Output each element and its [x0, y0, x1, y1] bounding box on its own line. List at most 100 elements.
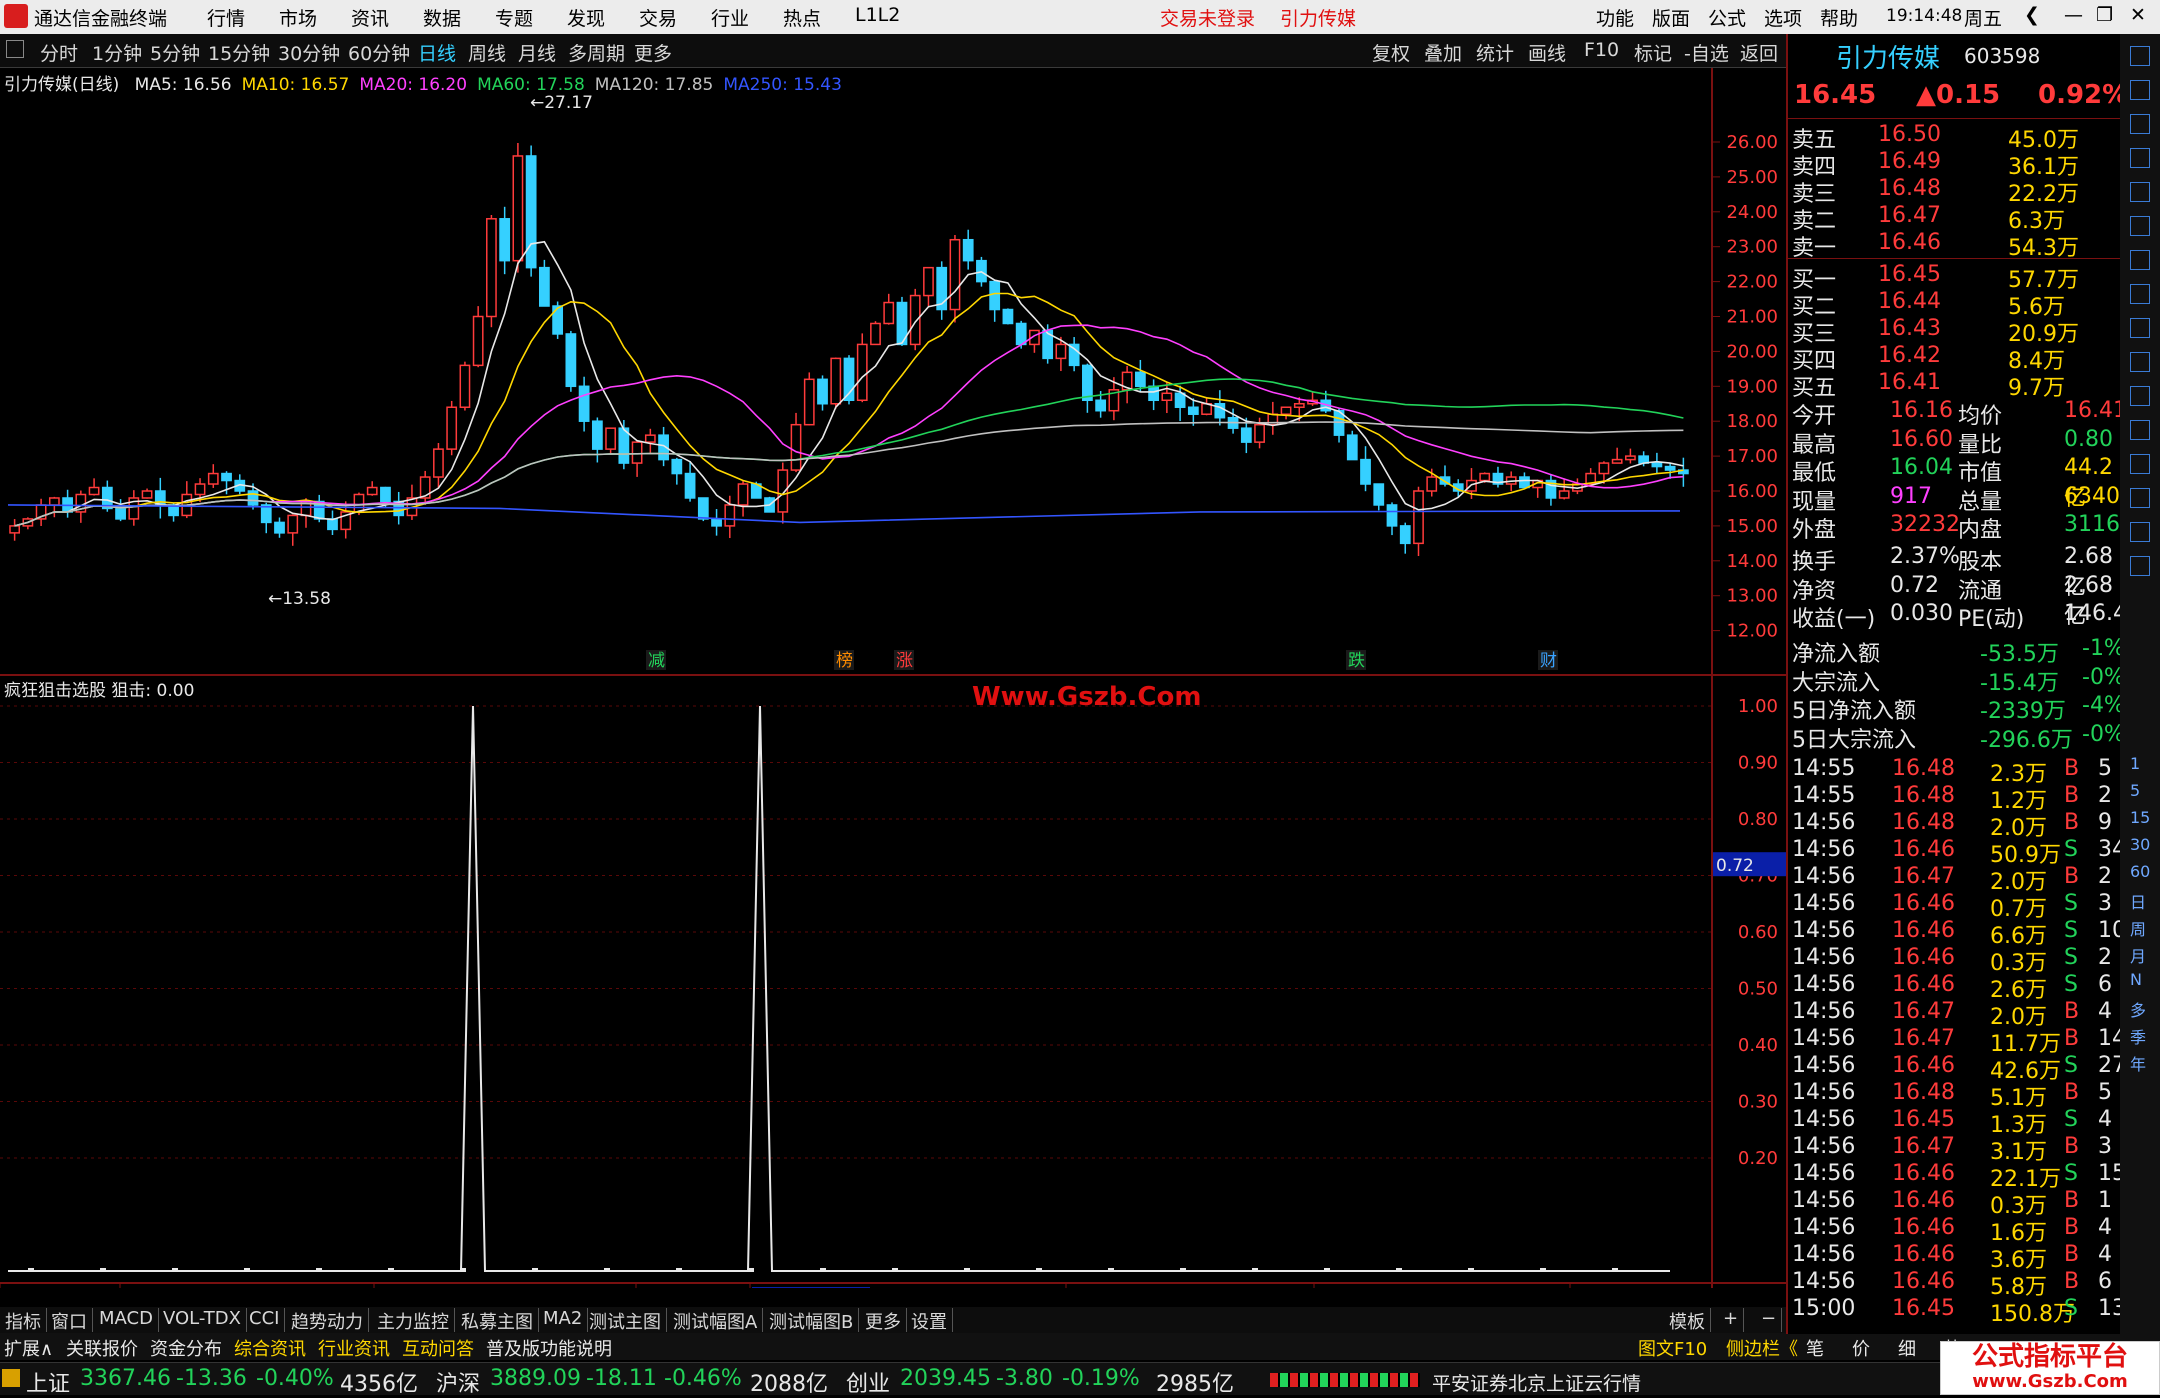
menu-hangqing[interactable]: 行情 — [207, 4, 245, 31]
tab-zhuli[interactable]: 主力监控 — [372, 1308, 455, 1333]
stat-row[interactable]: 外盘 32232 内盘 31168 — [1792, 512, 2134, 543]
stat2-row[interactable]: 收益(一) 0.030 PE(动) 146.4 — [1792, 601, 2127, 632]
idx-sh-name[interactable]: 上证 — [26, 1366, 70, 1398]
ext-tab-puji[interactable]: 普及版功能说明 — [486, 1335, 612, 1361]
ext-tab-f10[interactable]: 图文F10 — [1638, 1335, 1707, 1361]
tool-diejia[interactable]: 叠加 — [1424, 39, 1462, 66]
tick-row[interactable]: 14:56 16.46 5.8万 B 6 — [1792, 1269, 2118, 1300]
tick-row[interactable]: 14:56 16.47 2.0万 B 4 — [1792, 999, 2118, 1030]
sidebar-tool-icon[interactable] — [2130, 46, 2150, 66]
tab-zhibiao[interactable]: 指标 — [0, 1308, 47, 1333]
sidebar-period[interactable]: 多 — [2130, 997, 2146, 1021]
sidebar-tool-icon[interactable] — [2130, 114, 2150, 134]
stock-tab[interactable]: 引力传媒 — [1280, 4, 1356, 31]
sidebar-period[interactable]: 年 — [2130, 1051, 2146, 1075]
tf-30min[interactable]: 30分钟 — [278, 39, 340, 66]
ask-row[interactable]: 卖三 16.48 22.2万 — [1792, 176, 2118, 207]
sidebar-period[interactable]: 30 — [2130, 835, 2150, 854]
stat2-row[interactable]: 净资 0.72 流通 2.68亿 — [1792, 573, 2118, 629]
menu-bangzhu[interactable]: 帮助 — [1820, 4, 1858, 31]
tick-row[interactable]: 14:56 16.48 2.0万 B 9 — [1792, 810, 2118, 841]
sidebar-tool-icon[interactable] — [2130, 556, 2150, 576]
tab-ceshi-a[interactable]: 测试幅图A — [668, 1308, 764, 1333]
login-status[interactable]: 交易未登录 — [1160, 4, 1255, 31]
close-icon[interactable]: ✕ — [2130, 4, 2146, 26]
sidebar-period[interactable]: 1 — [2130, 754, 2140, 773]
tab-macd[interactable]: MACD — [94, 1308, 159, 1332]
menu-l1l2[interactable]: L1L2 — [855, 4, 900, 26]
ext-tab-hudong[interactable]: 互动问答 — [402, 1335, 474, 1361]
tab-chuangkou[interactable]: 窗口 — [46, 1308, 93, 1333]
ext-tab-guanlian[interactable]: 关联报价 — [66, 1335, 138, 1361]
tab-more[interactable]: 更多 — [860, 1308, 907, 1333]
sidebar-period[interactable]: 5 — [2130, 781, 2140, 800]
ext-tab-hangye[interactable]: 行业资讯 — [318, 1335, 390, 1361]
sidebar-period[interactable]: 15 — [2130, 808, 2150, 827]
sidebar-period[interactable]: 周 — [2130, 916, 2146, 940]
sidebar-tool-icon[interactable] — [2130, 182, 2150, 202]
tick-row[interactable]: 14:56 16.45 1.3万 S 4 — [1792, 1107, 2118, 1138]
bid-row[interactable]: 买四 16.42 8.4万 — [1792, 343, 2118, 374]
stat-row[interactable]: 今开 16.16 均价 16.41 — [1792, 398, 2127, 429]
sidebar-tool-icon[interactable] — [2130, 488, 2150, 508]
tf-1min[interactable]: 1分钟 — [92, 39, 142, 66]
tf-monthly[interactable]: 月线 — [518, 39, 556, 66]
flow-row[interactable]: 大宗流入 -15.4万 -0% — [1792, 665, 2125, 696]
tick-row[interactable]: 14:56 16.46 42.6万 S 27 — [1792, 1053, 2126, 1084]
remove-icon[interactable]: − — [1756, 1308, 1783, 1332]
menu-faxian[interactable]: 发现 — [567, 4, 605, 31]
ext-tab-zijin[interactable]: 资金分布 — [150, 1335, 222, 1361]
idx-cy-name[interactable]: 创业 — [846, 1366, 890, 1398]
sidebar-tool-icon[interactable] — [2130, 352, 2150, 372]
status-icon[interactable] — [2, 1369, 20, 1387]
sidebar-tool-icon[interactable] — [2130, 420, 2150, 440]
flow-row[interactable]: 净流入额 -53.5万 -1% — [1792, 636, 2125, 667]
tf-fenshi[interactable]: 分时 — [40, 39, 78, 66]
server-name[interactable]: 平安证券北京上证云行情 — [1432, 1369, 1641, 1396]
sidebar-period[interactable]: 季 — [2130, 1024, 2146, 1048]
sidebar-tool-icon[interactable] — [2130, 80, 2150, 100]
template-button[interactable]: 模板 — [1664, 1308, 1711, 1333]
sidebar-period[interactable]: 日 — [2130, 889, 2146, 913]
menu-jiaoyi[interactable]: 交易 — [639, 4, 677, 31]
menu-shichang[interactable]: 市场 — [279, 4, 317, 31]
idx-hs-name[interactable]: 沪深 — [436, 1366, 480, 1398]
tab-vol-tdx[interactable]: VOL-TDX — [158, 1308, 247, 1332]
tool-f10[interactable]: F10 — [1584, 39, 1619, 61]
ext-tab-xi[interactable]: 细 — [1898, 1335, 1916, 1361]
sidebar-period[interactable]: N — [2130, 970, 2142, 989]
tf-60min[interactable]: 60分钟 — [348, 39, 410, 66]
tool-huaxian[interactable]: 画线 — [1528, 39, 1566, 66]
tick-row[interactable]: 14:56 16.46 0.7万 S 3 — [1792, 891, 2118, 922]
back-icon[interactable]: ❮ — [2024, 4, 2040, 26]
stat-row[interactable]: 现量 917 总量 63400 — [1792, 484, 2134, 515]
ask-row[interactable]: 卖五 16.50 45.0万 — [1792, 122, 2118, 153]
chart-area[interactable]: 26.00 25.00 24.00 23.00 22.00 21.00 20.00 19.00… — [0, 68, 1786, 1309]
tick-row[interactable]: 14:56 16.46 3.6万 B 4 — [1792, 1242, 2118, 1273]
sidebar-tool-icon[interactable] — [2130, 386, 2150, 406]
tool-biaoji[interactable]: 标记 — [1634, 39, 1672, 66]
tf-15min[interactable]: 15分钟 — [208, 39, 270, 66]
tf-weekly[interactable]: 周线 — [468, 39, 506, 66]
sidebar-tool-icon[interactable] — [2130, 284, 2150, 304]
ext-tab-sidebar[interactable]: 侧边栏《 — [1726, 1335, 1798, 1361]
tab-cci[interactable]: CCI — [244, 1308, 286, 1332]
sidebar-tool-icon[interactable] — [2130, 522, 2150, 542]
ext-tab-kuozhan[interactable]: 扩展∧ — [4, 1335, 53, 1361]
tick-row[interactable]: 14:56 16.46 22.1万 S 15 — [1792, 1161, 2126, 1192]
add-icon[interactable]: + — [1718, 1308, 1745, 1332]
bid-row[interactable]: 买三 16.43 20.9万 — [1792, 316, 2118, 347]
tab-settings[interactable]: 设置 — [906, 1308, 953, 1333]
tool-fuquan[interactable]: 复权 — [1372, 39, 1410, 66]
menu-zixun[interactable]: 资讯 — [351, 4, 389, 31]
tab-ceshi-main[interactable]: 测试主图 — [584, 1308, 667, 1333]
menu-gongneng[interactable]: 功能 — [1596, 4, 1634, 31]
tab-simu[interactable]: 私募主图 — [456, 1308, 539, 1333]
sidebar-period[interactable]: 月 — [2130, 943, 2146, 967]
bid-row[interactable]: 买二 16.44 5.6万 — [1792, 289, 2118, 320]
panel-toggle-icon[interactable] — [6, 40, 24, 58]
tick-row[interactable]: 14:56 16.48 5.1万 B 5 — [1792, 1080, 2118, 1111]
tick-row[interactable]: 14:56 16.47 3.1万 B 3 — [1792, 1134, 2118, 1165]
sidebar-period[interactable]: 60 — [2130, 862, 2150, 881]
tick-row[interactable]: 14:56 16.46 50.9万 S 34 — [1792, 837, 2126, 868]
